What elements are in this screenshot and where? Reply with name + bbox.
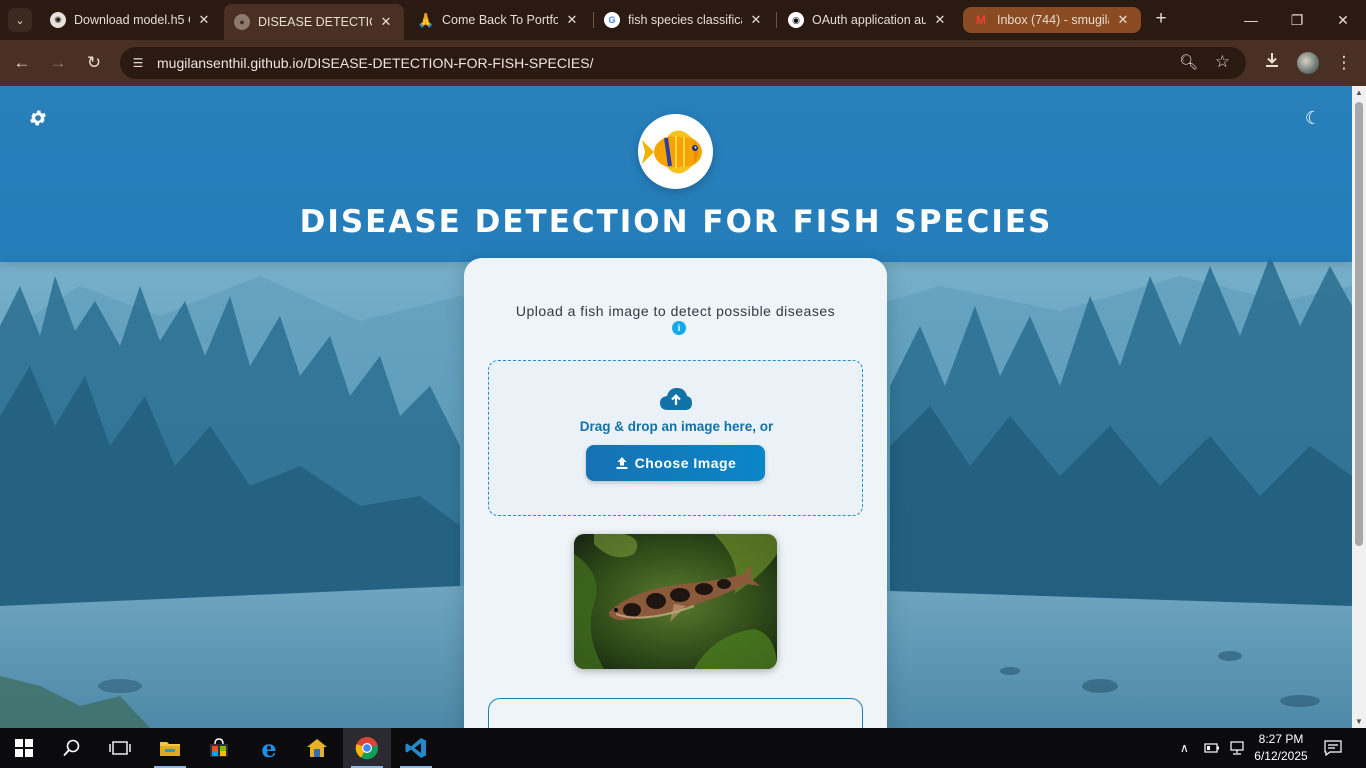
search-icon[interactable] [48,728,96,768]
tab-portfolio[interactable]: 🙏 Come Back To Portfol ✕ [408,5,590,35]
tab-title: DISEASE DETECTION F [258,15,372,29]
page-scrollbar[interactable]: ▲ ▼ [1352,86,1366,728]
result-panel [488,698,863,728]
task-view-icon[interactable] [96,728,144,768]
gmail-icon: M [976,13,986,27]
windows-taskbar: e ∧ 8:27 PM 6/12/2025 [0,728,1366,768]
cloud-upload-icon [660,388,692,410]
fish-logo [638,114,713,189]
security-house-icon[interactable] [293,728,341,768]
uploaded-fish-image [574,534,777,669]
tab-download-model[interactable]: ✺ Download model.h5 C ✕ [40,5,222,35]
scroll-up-arrow-icon[interactable]: ▲ [1352,88,1366,97]
edge-icon[interactable]: e [245,728,293,768]
zoom-icon[interactable]: 🔍︎ [1179,53,1198,71]
close-tab-icon[interactable]: ✕ [1115,12,1131,28]
notifications-icon[interactable] [1324,728,1342,768]
upload-card: Upload a fish image to detect possible d… [464,258,887,728]
close-tab-icon[interactable]: ✕ [564,12,580,28]
url-text[interactable]: mugilansenthil.github.io/DISEASE-DETECTI… [157,55,593,71]
clock-time: 8:27 PM [1258,732,1304,746]
close-tab-icon[interactable]: ✕ [378,14,394,30]
github-icon: ◉ [788,12,804,28]
new-tab-icon[interactable]: + [1150,8,1172,30]
back-icon[interactable]: ← [10,51,34,75]
site-info-icon[interactable]: ☰ [130,55,146,71]
tab-title: Inbox (744) - smugila [997,13,1109,27]
praying-hands-icon: 🙏 [417,11,435,28]
show-hidden-icons-chevron[interactable]: ∧ [1180,728,1189,768]
battery-icon[interactable] [1204,728,1220,768]
vscode-icon[interactable] [392,728,440,768]
close-window-icon[interactable]: ✕ [1320,0,1366,40]
choose-image-label: Choose Image [634,455,737,471]
dark-mode-moon-icon[interactable]: ☾ [1300,107,1326,129]
site-header: ☾ DISEASE DETECTION FOR FISH SPECIES [0,86,1352,262]
page-title: DISEASE DETECTION FOR FISH SPECIES [299,204,1053,240]
tab-gmail-inbox[interactable]: M Inbox (744) - smugila ✕ [963,7,1141,33]
globe-icon: ● [234,14,250,30]
forward-icon[interactable]: → [46,51,70,75]
network-icon[interactable] [1228,728,1246,768]
tab-title: fish species classificat [628,13,742,27]
close-tab-icon[interactable]: ✕ [196,12,212,28]
upload-instructions: Upload a fish image to detect possible d… [515,303,836,319]
dropzone-text: Drag & drop an image here, or [579,419,774,434]
profile-avatar[interactable] [1297,52,1319,74]
tab-title: Download model.h5 C [74,13,190,27]
chrome-menu-icon[interactable]: ⋮ [1332,51,1356,75]
tab-title: Come Back To Portfol [442,13,558,27]
upload-icon [616,457,628,469]
tab-disease-detection[interactable]: ● DISEASE DETECTION F ✕ [224,4,404,40]
microsoft-store-icon[interactable] [195,728,243,768]
choose-image-button[interactable]: Choose Image [586,445,765,481]
tab-separator [776,12,777,28]
tab-google-search[interactable]: G fish species classificat ✕ [594,5,774,35]
tab-search-chevron-icon[interactable]: ⌄ [8,8,32,32]
address-bar[interactable]: ☰ mugilansenthil.github.io/DISEASE-DETEC… [120,47,1246,79]
tab-github-oauth[interactable]: ◉ OAuth application au ✕ [778,5,958,35]
minimize-icon[interactable]: — [1228,0,1274,40]
image-dropzone[interactable]: Drag & drop an image here, or Choose Ima… [488,360,863,516]
tab-title: OAuth application au [812,13,926,27]
close-tab-icon[interactable]: ✕ [932,12,948,28]
restore-icon[interactable]: ❐ [1274,0,1320,40]
file-explorer-icon[interactable] [146,728,194,768]
info-icon[interactable]: i [672,321,686,335]
browser-toolbar: ← → ↻ ☰ mugilansenthil.github.io/DISEASE… [0,40,1366,86]
google-icon: G [604,12,620,28]
reload-icon[interactable]: ↻ [82,51,106,75]
tab-strip: ⌄ ✺ Download model.h5 C ✕ ● DISEASE DETE… [0,0,1366,40]
page-viewport: ☾ DISEASE DETECTION FOR FISH SPECIES Upl… [0,86,1352,728]
settings-gear-icon[interactable] [28,108,48,128]
scrollbar-thumb[interactable] [1355,102,1363,546]
download-icon[interactable] [1260,51,1284,75]
scroll-down-arrow-icon[interactable]: ▼ [1352,717,1366,726]
chrome-icon[interactable] [343,728,391,768]
close-tab-icon[interactable]: ✕ [748,12,764,28]
bookmark-star-icon[interactable]: ☆ [1215,52,1230,72]
clock-date: 6/12/2025 [1254,749,1308,763]
system-clock[interactable]: 8:27 PM 6/12/2025 [1248,731,1314,765]
start-windows-icon[interactable] [0,728,48,768]
openai-icon: ✺ [50,12,66,28]
